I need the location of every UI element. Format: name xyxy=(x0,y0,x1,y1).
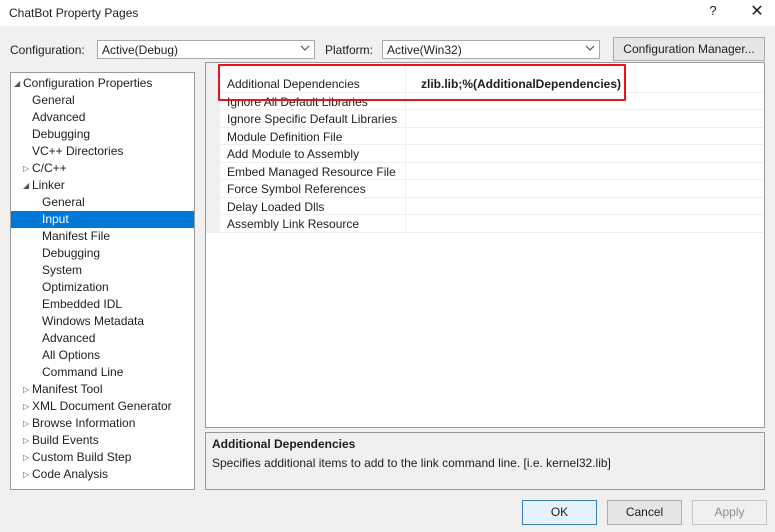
platform-dropdown[interactable]: Active(Win32) xyxy=(382,40,600,59)
tree-item-linker-input[interactable]: Input xyxy=(11,211,194,228)
collapsed-arrow-icon[interactable]: ▷ xyxy=(23,432,31,449)
tree-item-vc-directories[interactable]: VC++ Directories xyxy=(11,143,194,160)
description-text: Specifies additional items to add to the… xyxy=(212,456,611,470)
tree-item-label: C/C++ xyxy=(32,161,67,175)
collapsed-arrow-icon[interactable]: ▷ xyxy=(23,160,31,177)
property-name: Ignore Specific Default Libraries xyxy=(227,112,398,126)
tree-item-label: Build Events xyxy=(32,433,99,447)
configuration-manager-button[interactable]: Configuration Manager... xyxy=(613,37,765,61)
property-name: Assembly Link Resource xyxy=(227,217,360,231)
tree-item-label: General xyxy=(32,93,75,107)
tree-item-label: Advanced xyxy=(32,110,86,124)
tree-item-linker-general[interactable]: General xyxy=(11,194,194,211)
tree-item-linker[interactable]: ◢ Linker xyxy=(11,177,194,194)
tree-item-optimization[interactable]: Optimization xyxy=(11,279,194,296)
property-row-assembly-link-resource[interactable]: Assembly Link Resource xyxy=(220,215,764,233)
collapsed-arrow-icon[interactable]: ▷ xyxy=(23,466,31,483)
tree-item-label: Embedded IDL xyxy=(42,297,123,311)
tree-item-label: Configuration Properties xyxy=(23,76,153,90)
tree-item-code-analysis[interactable]: ▷ Code Analysis xyxy=(11,466,194,483)
chevron-down-icon xyxy=(300,45,310,51)
property-row-embed-managed-resource-file[interactable]: Embed Managed Resource File xyxy=(220,163,764,180)
tree-item-browse-information[interactable]: ▷ Browse Information xyxy=(11,415,194,432)
tree-item-manifest-tool[interactable]: ▷ Manifest Tool xyxy=(11,381,194,398)
tree-item-embedded-idl[interactable]: Embedded IDL xyxy=(11,296,194,313)
chevron-down-icon xyxy=(585,45,595,51)
tree-item-label: Debugging xyxy=(32,127,91,141)
tree-item-label: Linker xyxy=(32,178,65,192)
property-name: Delay Loaded Dlls xyxy=(227,199,325,214)
tree-item-label: Debugging xyxy=(42,246,101,260)
tree-item-manifest-file[interactable]: Manifest File xyxy=(11,228,194,245)
tree-item-linker-advanced[interactable]: Advanced xyxy=(11,330,194,347)
category-tree[interactable]: ◢ Configuration Properties General Advan… xyxy=(10,72,195,490)
property-row-module-definition-file[interactable]: Module Definition File xyxy=(220,128,764,145)
tree-item-label: Command Line xyxy=(42,365,124,379)
platform-value: Active(Win32) xyxy=(387,43,462,57)
configuration-value: Active(Debug) xyxy=(102,43,179,57)
highlight-box xyxy=(218,64,626,101)
property-name: Embed Managed Resource File xyxy=(227,164,396,179)
configuration-dropdown[interactable]: Active(Debug) xyxy=(97,40,315,59)
tree-item-label: System xyxy=(42,263,83,277)
collapsed-arrow-icon[interactable]: ▷ xyxy=(23,398,31,415)
tree-item-label: Windows Metadata xyxy=(42,314,145,328)
tree-item-command-line[interactable]: Command Line xyxy=(11,364,194,381)
expanded-arrow-icon[interactable]: ◢ xyxy=(14,75,22,92)
description-title: Additional Dependencies xyxy=(212,437,356,451)
configuration-label: Configuration: xyxy=(10,43,85,57)
tree-item-debugging[interactable]: Debugging xyxy=(11,126,194,143)
tree-item-general[interactable]: General xyxy=(11,92,194,109)
tree-item-label: General xyxy=(42,195,85,209)
tree-item-xml-document-generator[interactable]: ▷ XML Document Generator xyxy=(11,398,194,415)
tree-item-build-events[interactable]: ▷ Build Events xyxy=(11,432,194,449)
tree-item-windows-metadata[interactable]: Windows Metadata xyxy=(11,313,194,330)
tree-item-label: Browse Information xyxy=(32,416,136,430)
collapsed-arrow-icon[interactable]: ▷ xyxy=(23,449,31,466)
close-icon[interactable]: ✕ xyxy=(745,1,769,23)
property-name: Module Definition File xyxy=(227,129,343,144)
property-grid[interactable]: Additional Dependencies zlib.lib;%(Addit… xyxy=(205,62,765,428)
property-name: Add Module to Assembly xyxy=(227,147,360,161)
tree-item-linker-debugging[interactable]: Debugging xyxy=(11,245,194,262)
platform-label: Platform: xyxy=(325,43,374,57)
tree-item-label: Optimization xyxy=(42,280,109,294)
property-row-delay-loaded-dlls[interactable]: Delay Loaded Dlls xyxy=(220,198,764,215)
property-row-force-symbol-references[interactable]: Force Symbol References xyxy=(220,180,764,198)
cancel-button[interactable]: Cancel xyxy=(607,500,682,525)
tree-item-label: Custom Build Step xyxy=(32,450,132,464)
expanded-arrow-icon[interactable]: ◢ xyxy=(23,177,31,194)
window-title: ChatBot Property Pages xyxy=(9,6,139,20)
collapsed-arrow-icon[interactable]: ▷ xyxy=(23,381,31,398)
property-name: Force Symbol References xyxy=(227,182,366,196)
apply-button[interactable]: Apply xyxy=(692,500,767,525)
tree-item-c-cpp[interactable]: ▷ C/C++ xyxy=(11,160,194,177)
title-bar: ChatBot Property Pages ? ✕ xyxy=(0,0,775,26)
description-panel: Additional Dependencies Specifies additi… xyxy=(205,432,765,490)
property-row-ignore-specific-default-libraries[interactable]: Ignore Specific Default Libraries xyxy=(220,110,764,128)
tree-item-label: Manifest File xyxy=(42,229,111,243)
ok-button[interactable]: OK xyxy=(522,500,597,525)
tree-item-label: Input xyxy=(42,212,69,226)
tree-item-all-options[interactable]: All Options xyxy=(11,347,194,364)
collapsed-arrow-icon[interactable]: ▷ xyxy=(23,415,31,432)
tree-item-label: Code Analysis xyxy=(32,467,109,481)
property-row-add-module-to-assembly[interactable]: Add Module to Assembly xyxy=(220,145,764,163)
tree-item-system[interactable]: System xyxy=(11,262,194,279)
tree-item-advanced[interactable]: Advanced xyxy=(11,109,194,126)
tree-item-custom-build-step[interactable]: ▷ Custom Build Step xyxy=(11,449,194,466)
tree-item-configuration-properties[interactable]: ◢ Configuration Properties xyxy=(11,75,194,92)
help-icon[interactable]: ? xyxy=(704,3,722,21)
tree-item-label: Manifest Tool xyxy=(32,382,103,396)
tree-item-label: Advanced xyxy=(42,331,96,345)
tree-item-label: All Options xyxy=(42,348,101,362)
tree-item-label: XML Document Generator xyxy=(32,399,172,413)
tree-item-label: VC++ Directories xyxy=(32,144,124,158)
